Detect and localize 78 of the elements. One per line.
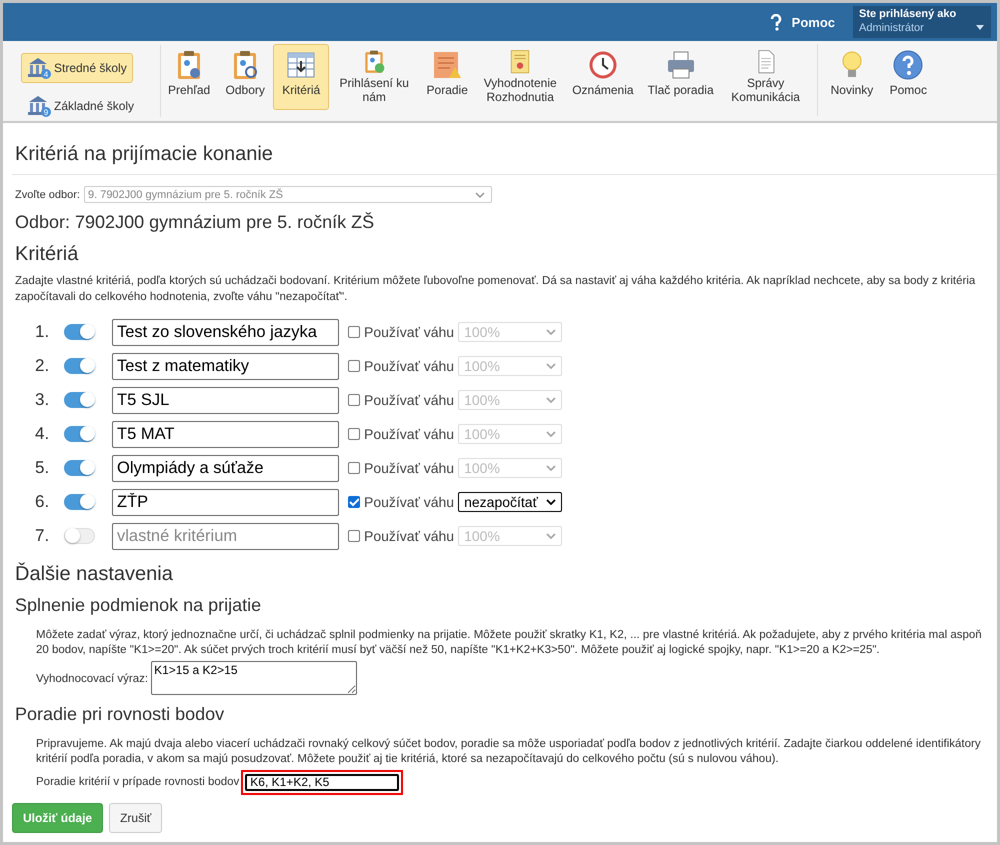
- checkbox-label: Používať váhu: [364, 426, 454, 442]
- cancel-button[interactable]: Zrušiť: [109, 802, 162, 833]
- weight-checkbox[interactable]: [348, 326, 360, 338]
- toolbar-button[interactable]: Správy Komunikácia: [720, 44, 811, 110]
- criterion-input[interactable]: T5 SJL: [112, 386, 339, 414]
- weight-checkbox[interactable]: [348, 428, 360, 440]
- toggle-switch[interactable]: [64, 324, 95, 340]
- toolbar-button[interactable]: Novinky: [824, 44, 880, 110]
- weight-checkbox[interactable]: [348, 462, 360, 474]
- clock-icon: [586, 49, 619, 81]
- toggle-switch[interactable]: [64, 358, 95, 374]
- toolbar-button[interactable]: Pomoc: [880, 44, 936, 110]
- section-heading: Ďalšie nastavenia: [15, 563, 174, 586]
- checkbox-label: Používať váhu: [364, 528, 454, 544]
- toolbar-button[interactable]: Odbory: [217, 44, 274, 110]
- chevron-icon: [546, 431, 556, 438]
- weight-checkbox[interactable]: [348, 360, 360, 372]
- page-title: Kritériá na prijímacie konanie: [12, 123, 997, 175]
- row-number: 7.: [35, 526, 50, 546]
- caret-icon: [976, 25, 984, 30]
- criterion-input[interactable]: Olympiády a súťaže: [112, 454, 339, 482]
- chevron-icon: [546, 499, 556, 506]
- chevron-icon: [546, 397, 556, 404]
- chevron-icon: [546, 465, 556, 472]
- toolbar-button[interactable]: Poradie: [419, 44, 476, 110]
- subsection-heading: Splnenie podmienok na prijatie: [15, 595, 262, 616]
- toolbar-button[interactable]: Kritériá: [273, 44, 330, 110]
- checkbox-label: Používať váhu: [364, 460, 454, 476]
- row-number: 1.: [35, 322, 50, 342]
- row-number: 5.: [35, 458, 50, 478]
- toolbar-button[interactable]: Prehľad: [161, 44, 218, 110]
- toggle-switch[interactable]: [64, 392, 95, 408]
- row-number: 2.: [35, 356, 50, 376]
- toolbar-button[interactable]: Vyhodnotenie Rozhodnutia: [475, 44, 566, 110]
- checkbox-label: Používať váhu: [364, 392, 454, 408]
- toggle-switch[interactable]: [64, 494, 95, 510]
- row-number: 6.: [35, 492, 50, 512]
- field-label: Poradie kritérií v prípade rovnosti bodov: [36, 776, 240, 788]
- odbor-select[interactable]: 9. 7902J00 gymnázium pre 5. ročník ZŠ: [84, 186, 492, 203]
- chevron-icon: [474, 192, 485, 198]
- toggle-switch[interactable]: [64, 460, 95, 476]
- help-text: Pripravujeme. Ak majú dvaja alebo viacerí uchádzači rovnaký celkový súčet bodov, poradie sa môže usporiadať podľa bodov z jednotlivých kritérií. Zadajte čiarkou oddelené identifikátory kritérií podľa poradia, v akom sa majú posudzovať. Môžete použiť aj tie kritériá, ktoré sa nezapočítavajú do celkového počtu (sú s nulovou váhou).: [36, 736, 982, 767]
- help-icon: [892, 49, 924, 81]
- toolbar-button[interactable]: Prihlásení ku nám: [329, 44, 420, 110]
- toggle-switch[interactable]: [64, 426, 95, 442]
- section-heading: Odbor: 7902J00 gymnázium pre 5. ročník ZŠ: [15, 212, 376, 233]
- chevron-icon: [546, 533, 556, 540]
- help-text: Môžete zadať výraz, ktorý jednoznačne určí, či uchádzač splnil podmienky na prijatie. Môžete použiť skratky K1, K2, ... pre vlastné kritériá. Ak požadujete, aby z prvého kritéria mal aspoň 20 bodov, napíšte "K1>=20". Ak súčet prvých troch kritérií musí byť väčší než 50, napíšte "K1+K2+K3>50". Môžete použiť aj logické spojky, napr. "K1>=20 a K2>=25".: [36, 628, 983, 658]
- checkbox-label: Používať váhu: [364, 324, 454, 340]
- section-heading: Kritériá: [15, 243, 80, 266]
- toolbar-button[interactable]: Oznámenia: [565, 44, 641, 110]
- weight-checkbox[interactable]: [348, 530, 360, 542]
- user-dropdown[interactable]: Ste prihlásený ako Administrátor: [853, 6, 991, 38]
- row-number: 3.: [35, 390, 50, 410]
- school-tab[interactable]: 9 Základné školy: [21, 91, 140, 121]
- weight-checkbox[interactable]: [348, 394, 360, 406]
- field-label: Vyhodnocovací výraz:: [36, 672, 148, 685]
- intro-text: Zadajte vlastné kritériá, podľa ktorých sú uchádzači bodovaní. Kritérium môžete ľubovoľne pomenovať. Dá sa nastaviť aj váha každého kritéria. Ak napríklad nechcete, aby sa body z kritéria započítavali do celkového hodnotenia, zvoľte váhu "nezapočítať".: [15, 274, 976, 305]
- subsection-heading: Poradie pri rovnosti bodov: [15, 704, 226, 725]
- help-link[interactable]: Pomoc: [792, 14, 835, 30]
- school-tab[interactable]: 4 Stredné školy: [21, 53, 133, 83]
- expression-textarea[interactable]: K1>15 a K2>15: [151, 660, 358, 695]
- weight-checkbox[interactable]: [348, 496, 360, 508]
- help-icon[interactable]: [770, 14, 782, 30]
- criterion-input[interactable]: vlastné kritérium: [112, 522, 339, 550]
- criterion-input[interactable]: Test zo slovenského jazyka: [112, 318, 339, 346]
- checkbox-label: Používať váhu: [364, 494, 454, 510]
- chevron-icon: [546, 329, 556, 336]
- checkbox-label: Používať váhu: [364, 358, 454, 374]
- criterion-input[interactable]: T5 MAT: [112, 420, 339, 448]
- toolbar-button[interactable]: Tlač poradia: [640, 44, 721, 110]
- weight-select[interactable]: nezapočítať: [458, 492, 562, 512]
- note-warning-icon: [431, 49, 464, 81]
- row-number: 4.: [35, 424, 50, 444]
- field-label: Zvoľte odbor:: [15, 188, 80, 200]
- chevron-icon: [546, 363, 556, 370]
- tie-order-input[interactable]: K6, K1+K2, K5: [245, 774, 400, 791]
- criterion-input[interactable]: Test z matematiky: [112, 352, 339, 380]
